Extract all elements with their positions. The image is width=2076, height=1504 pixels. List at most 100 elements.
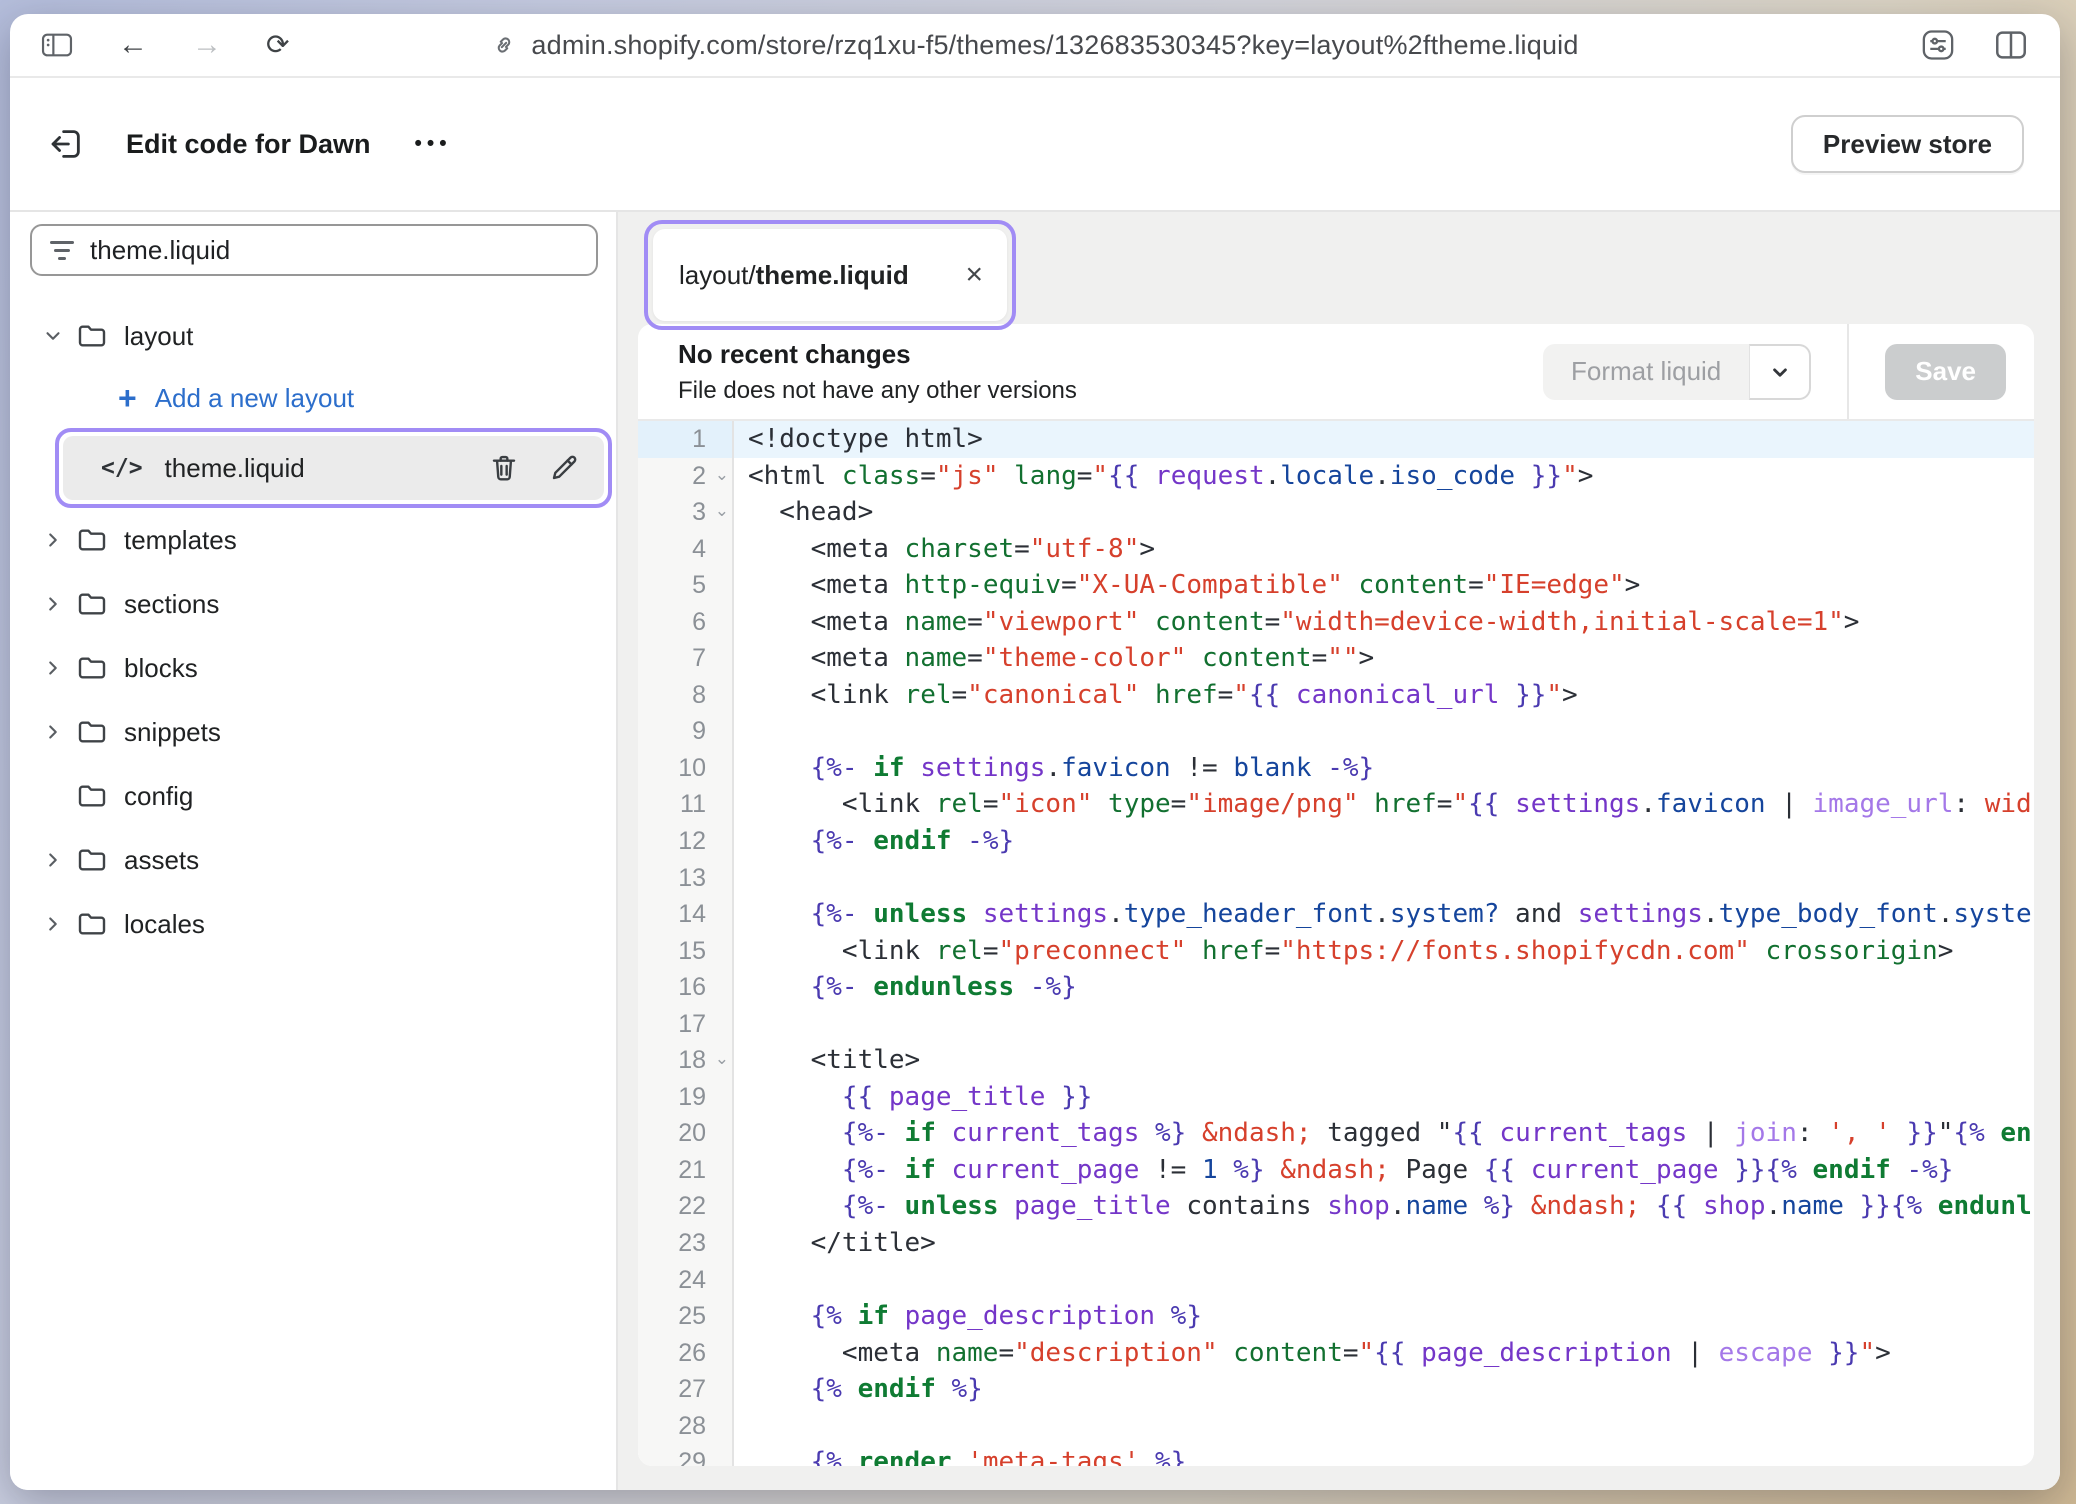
page-title: Edit code for Dawn xyxy=(126,129,371,160)
folder-label: assets xyxy=(124,845,199,876)
code-line-text[interactable]: <title> xyxy=(734,1042,2034,1079)
sidebar-item-blocks[interactable]: blocks xyxy=(30,636,598,700)
save-button[interactable]: Save xyxy=(1885,344,2006,400)
code-line-text[interactable]: </title> xyxy=(734,1225,2034,1262)
folder-icon xyxy=(76,653,108,683)
line-number: 26 xyxy=(638,1335,734,1372)
folder-icon xyxy=(76,845,108,875)
code-line-text[interactable]: {%- if current_page != 1 %} &ndash; Page… xyxy=(734,1152,2034,1189)
fold-chevron-icon[interactable]: ⌄ xyxy=(715,496,729,526)
code-line-17: 17 xyxy=(638,1006,2034,1043)
code-panel: No recent changes File does not have any… xyxy=(638,324,2034,1466)
more-actions-icon[interactable]: ••• xyxy=(415,132,452,156)
code-line-text[interactable]: {%- endif -%} xyxy=(734,823,2034,860)
line-number: 27 xyxy=(638,1371,734,1408)
line-number: 5 xyxy=(638,567,734,604)
code-line-text[interactable] xyxy=(734,1408,2034,1445)
back-icon[interactable]: ← xyxy=(118,30,148,60)
exit-editor-icon[interactable] xyxy=(46,124,86,164)
code-line-text[interactable] xyxy=(734,1006,2034,1043)
folder-icon xyxy=(76,321,108,351)
code-line-text[interactable]: {{ page_title }} xyxy=(734,1079,2034,1116)
code-line-text[interactable]: <link rel="preconnect" href="https://fon… xyxy=(734,933,2034,970)
format-liquid-dropdown[interactable] xyxy=(1749,344,1811,400)
chevron-right-icon[interactable] xyxy=(38,593,68,615)
code-line-text[interactable]: <link rel="icon" type="image/png" href="… xyxy=(734,786,2034,823)
plus-icon: + xyxy=(118,382,137,414)
sidebar-item-config[interactable]: config xyxy=(30,764,598,828)
code-line-20: 20 {%- if current_tags %} &ndash; tagged… xyxy=(638,1115,2034,1152)
code-line-21: 21 {%- if current_page != 1 %} &ndash; P… xyxy=(638,1152,2034,1189)
code-line-text[interactable] xyxy=(734,713,2034,750)
page-settings-icon[interactable] xyxy=(1920,28,1956,62)
code-line-text[interactable]: <head> xyxy=(734,494,2034,531)
sidebar-toggle-icon[interactable] xyxy=(40,30,74,60)
code-line-text[interactable]: <link rel="canonical" href="{{ canonical… xyxy=(734,677,2034,714)
code-line-text[interactable]: <!doctype html> xyxy=(734,421,2034,458)
close-tab-icon[interactable]: × xyxy=(965,260,983,290)
code-line-text[interactable]: {%- unless settings.type_header_font.sys… xyxy=(734,896,2034,933)
folder-label: blocks xyxy=(124,653,198,684)
code-line-29: 29 {% render 'meta-tags' %} xyxy=(638,1444,2034,1466)
code-line-text[interactable]: {%- endunless -%} xyxy=(734,969,2034,1006)
code-line-text[interactable]: {% if page_description %} xyxy=(734,1298,2034,1335)
code-line-text[interactable]: <meta name="theme-color" content=""> xyxy=(734,640,2034,677)
code-line-text[interactable] xyxy=(734,860,2034,897)
file-item-theme-liquid[interactable]: </>theme.liquid xyxy=(63,436,604,500)
chevron-right-icon[interactable] xyxy=(38,657,68,679)
file-search-box[interactable] xyxy=(30,224,598,276)
chevron-right-icon[interactable] xyxy=(38,529,68,551)
folder-icon xyxy=(76,717,108,747)
code-line-text[interactable] xyxy=(734,1262,2034,1299)
format-liquid-button[interactable]: Format liquid xyxy=(1543,344,1749,400)
add-new-layout-button[interactable]: +Add a new layout xyxy=(30,368,598,428)
line-number: 23 xyxy=(638,1225,734,1262)
tab-layout-theme-liquid[interactable]: layout/theme.liquid × xyxy=(653,229,1007,321)
file-search-input[interactable] xyxy=(90,235,578,266)
line-number: 19 xyxy=(638,1079,734,1116)
reload-icon[interactable]: ⟳ xyxy=(266,31,289,59)
chevron-right-icon[interactable] xyxy=(38,721,68,743)
code-line-text[interactable]: {% endif %} xyxy=(734,1371,2034,1408)
sidebar-item-locales[interactable]: locales xyxy=(30,892,598,956)
line-number: 8 xyxy=(638,677,734,714)
code-line-text[interactable]: <html class="js" lang="{{ request.locale… xyxy=(734,458,2034,495)
code-line-text[interactable]: {%- unless page_title contains shop.name… xyxy=(734,1188,2034,1225)
chevron-right-icon[interactable] xyxy=(38,849,68,871)
code-line-28: 28 xyxy=(638,1408,2034,1445)
fold-chevron-icon[interactable]: ⌄ xyxy=(715,460,729,490)
rename-file-icon[interactable] xyxy=(548,452,580,484)
code-line-5: 5 <meta http-equiv="X-UA-Compatible" con… xyxy=(638,567,2034,604)
sidebar-item-layout[interactable]: layout xyxy=(30,304,598,368)
split-view-icon[interactable] xyxy=(1994,29,2028,61)
address-bar[interactable]: admin.shopify.com/store/rzq1xu-f5/themes… xyxy=(491,30,1578,61)
forward-icon[interactable]: → xyxy=(192,30,222,60)
version-subtitle: File does not have any other versions xyxy=(678,377,1077,405)
code-line-text[interactable]: {%- if current_tags %} &ndash; tagged "{… xyxy=(734,1115,2034,1152)
code-line-3: 3⌄ <head> xyxy=(638,494,2034,531)
sidebar-item-snippets[interactable]: snippets xyxy=(30,700,598,764)
line-number: 15 xyxy=(638,933,734,970)
code-editor[interactable]: 1<!doctype html>2⌄<html class="js" lang=… xyxy=(638,421,2034,1466)
code-line-7: 7 <meta name="theme-color" content=""> xyxy=(638,640,2034,677)
code-line-text[interactable]: {%- if settings.favicon != blank -%} xyxy=(734,750,2034,787)
code-line-2: 2⌄<html class="js" lang="{{ request.loca… xyxy=(638,458,2034,495)
sidebar-item-sections[interactable]: sections xyxy=(30,572,598,636)
code-line-6: 6 <meta name="viewport" content="width=d… xyxy=(638,604,2034,641)
fold-chevron-icon[interactable]: ⌄ xyxy=(715,1044,729,1074)
chevron-down-icon[interactable] xyxy=(38,325,68,347)
line-number: 6 xyxy=(638,604,734,641)
line-number: 10 xyxy=(638,750,734,787)
sidebar-item-assets[interactable]: assets xyxy=(30,828,598,892)
code-line-text[interactable]: <meta charset="utf-8"> xyxy=(734,531,2034,568)
code-line-text[interactable]: {% render 'meta-tags' %} xyxy=(734,1444,2034,1466)
code-line-text[interactable]: <meta name="description" content="{{ pag… xyxy=(734,1335,2034,1372)
sidebar-item-templates[interactable]: templates xyxy=(30,508,598,572)
delete-file-icon[interactable] xyxy=(488,452,520,484)
code-line-text[interactable]: <meta http-equiv="X-UA-Compatible" conte… xyxy=(734,567,2034,604)
code-line-14: 14 {%- unless settings.type_header_font.… xyxy=(638,896,2034,933)
preview-store-button[interactable]: Preview store xyxy=(1791,115,2024,173)
chevron-right-icon[interactable] xyxy=(38,913,68,935)
code-line-text[interactable]: <meta name="viewport" content="width=dev… xyxy=(734,604,2034,641)
line-number: 9 xyxy=(638,713,734,750)
